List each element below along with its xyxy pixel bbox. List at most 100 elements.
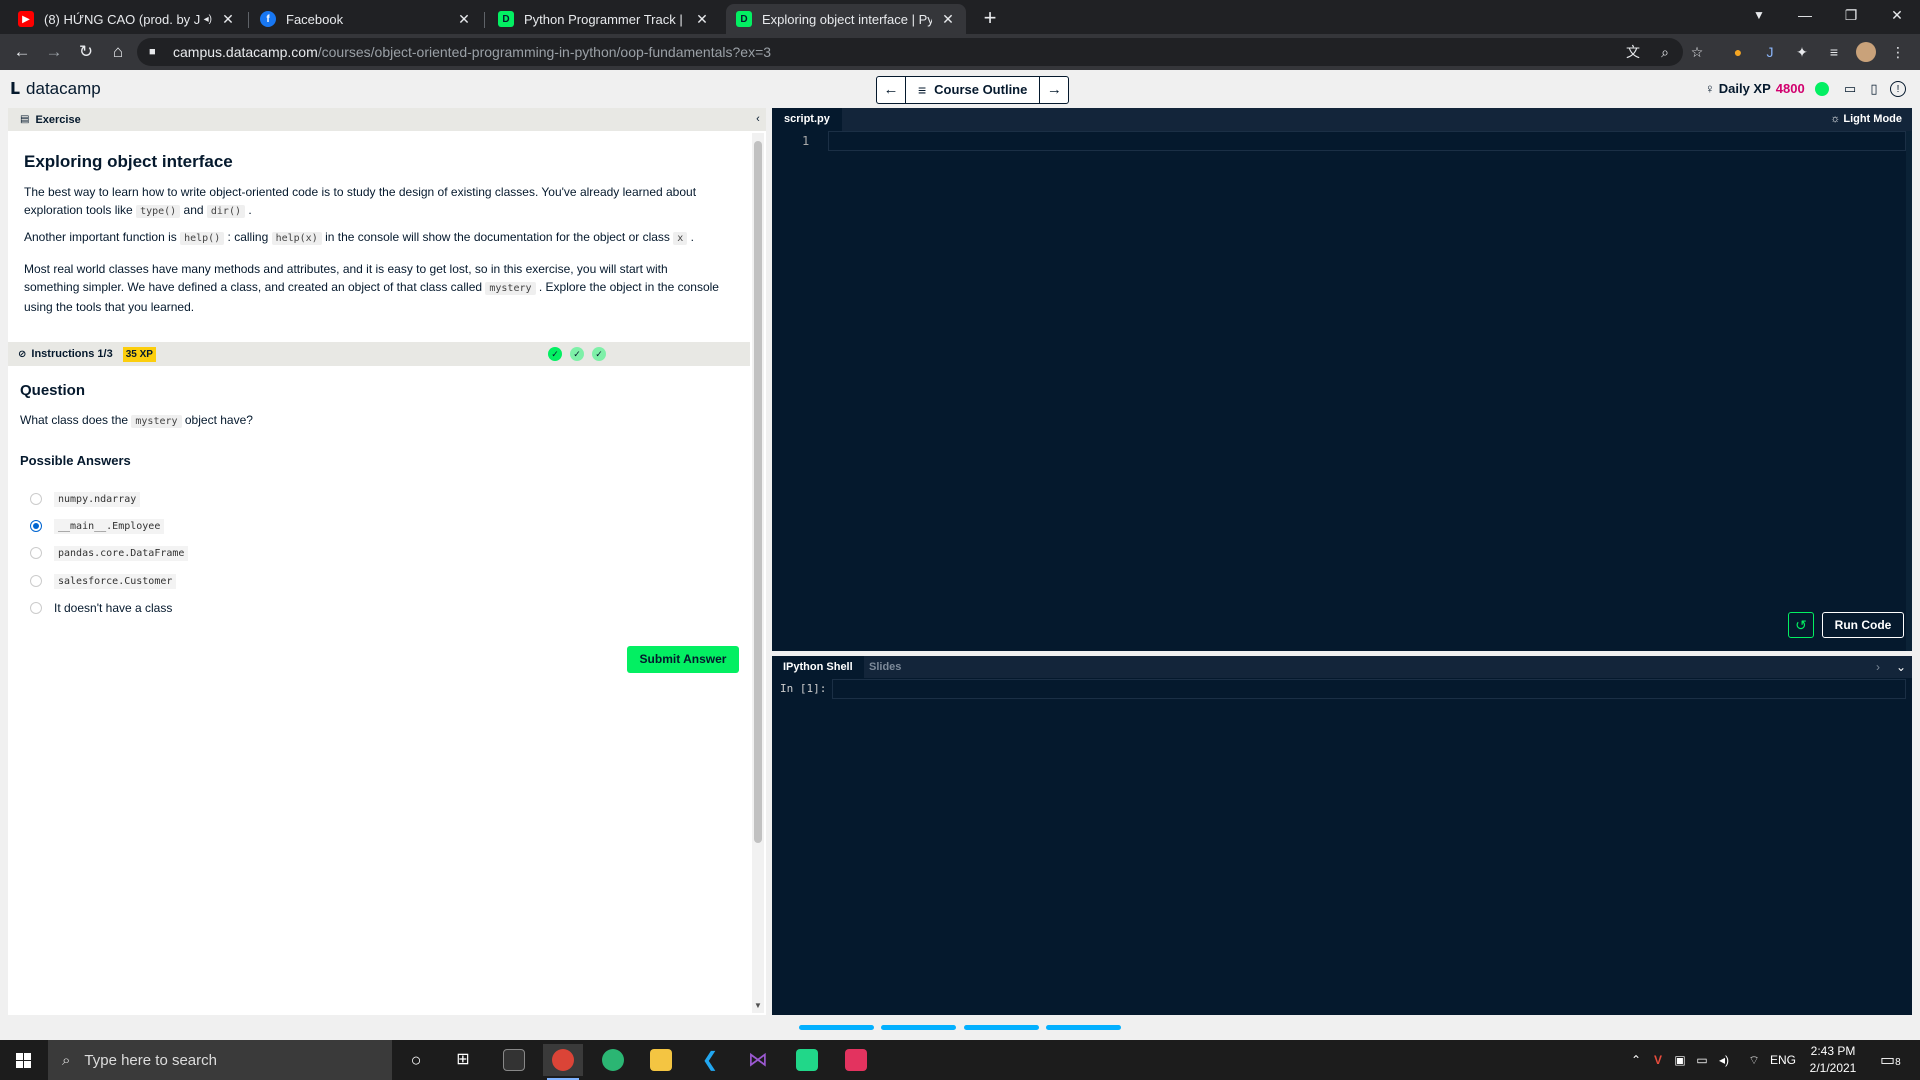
url-path: /courses/object-oriented-programming-in-… xyxy=(317,44,772,60)
battery-icon[interactable]: ▭ xyxy=(1692,1040,1712,1080)
tray-app-icon[interactable]: V xyxy=(1648,1040,1668,1080)
browser-tab-exploring[interactable]: D Exploring object interface | Pytho ✕ xyxy=(726,4,966,34)
video-icon[interactable]: ▭ xyxy=(1842,81,1858,97)
extensions-puzzle-icon[interactable]: ✦ xyxy=(1792,42,1812,62)
radio-button[interactable] xyxy=(30,575,42,587)
slide-progress-bar[interactable] xyxy=(799,1025,874,1030)
datacamp-logo[interactable]: ᒪ datacamp xyxy=(10,79,101,99)
profile-avatar[interactable] xyxy=(1856,42,1876,62)
answer-option[interactable]: It doesn't have a class xyxy=(30,599,172,617)
youtube-icon: ▶ xyxy=(18,11,34,27)
text: in the console will show the documentati… xyxy=(321,230,674,244)
radio-button[interactable] xyxy=(30,493,42,505)
zoom-icon[interactable]: ⌕ xyxy=(1655,42,1675,62)
scrollbar-thumb[interactable] xyxy=(754,141,762,843)
speaker-icon[interactable]: ◂) xyxy=(204,14,212,25)
slide-progress-bar[interactable] xyxy=(964,1025,1039,1030)
vscode-app-icon[interactable]: ❮ xyxy=(690,1044,730,1076)
hamburger-icon: ≡ xyxy=(918,82,927,98)
close-window-icon[interactable]: ✕ xyxy=(1874,0,1920,34)
back-icon[interactable]: ← xyxy=(8,38,36,66)
extension-j-icon[interactable]: J xyxy=(1760,42,1780,62)
visual-studio-app-icon[interactable]: ⋈ xyxy=(738,1044,778,1076)
media-control-icon[interactable]: ≡ xyxy=(1824,42,1844,62)
answer-option[interactable]: pandas.core.DataFrame xyxy=(30,544,189,562)
tab-ipython-shell[interactable]: IPython Shell xyxy=(772,656,864,678)
exercise-panel: ▤ Exercise ‹ Exploring object interface … xyxy=(8,108,766,1015)
scroll-down-arrow-icon[interactable]: ▼ xyxy=(752,1001,764,1013)
reset-code-icon[interactable]: ↺ xyxy=(1788,612,1814,638)
tab-title: Exploring object interface | Pytho xyxy=(762,11,932,27)
slides-document-icon[interactable]: ▯ xyxy=(1866,81,1882,97)
tab-slides[interactable]: Slides xyxy=(858,656,912,678)
course-outline-button[interactable]: ≡ Course Outline xyxy=(905,77,1041,103)
browser-tab-facebook[interactable]: f Facebook ✕ xyxy=(250,4,482,34)
taskbar-search[interactable]: ⌕ Type here to search xyxy=(48,1040,392,1080)
translate-icon[interactable]: 文 xyxy=(1623,42,1643,62)
panel-scrollbar[interactable]: ▼ xyxy=(752,133,764,1013)
extension-honey-icon[interactable]: ● xyxy=(1728,42,1748,62)
slide-progress-bar[interactable] xyxy=(881,1025,956,1030)
answer-option[interactable]: salesforce.Customer xyxy=(30,572,177,590)
collapse-panel-icon[interactable]: ‹ xyxy=(750,108,766,131)
minimize-icon[interactable]: — xyxy=(1782,0,1828,34)
taskbar-clock[interactable]: 2:43 PM 2/1/2021 xyxy=(1790,1043,1876,1077)
tray-app-icon[interactable]: ▣ xyxy=(1670,1040,1690,1080)
prev-exercise-arrow-icon[interactable]: ← xyxy=(877,77,905,103)
inline-code: mystery xyxy=(485,282,536,295)
instructions-header: ⊘ Instructions 1/3 35 XP ✓ ✓ ✓ xyxy=(8,342,750,366)
radio-button-selected[interactable] xyxy=(30,520,42,532)
radio-button[interactable] xyxy=(30,547,42,559)
code-input-line[interactable] xyxy=(828,131,1906,151)
browser-tab-youtube[interactable]: ▶ (8) HỨNG CAO (prod. by JAY ◂) ✕ xyxy=(8,4,246,34)
address-bar[interactable]: ■ campus.datacamp.com/courses/object-ori… xyxy=(137,38,1683,66)
answer-option[interactable]: __main__.Employee xyxy=(30,517,165,535)
info-icon[interactable]: ! xyxy=(1890,81,1906,97)
cortana-icon[interactable]: ○ xyxy=(396,1044,436,1076)
text: What class does the xyxy=(20,413,132,427)
light-mode-toggle[interactable]: ☼ Light Mode xyxy=(1830,108,1902,131)
jetbrains-app-icon[interactable] xyxy=(836,1044,876,1076)
profile-menu-icon[interactable]: ▼ xyxy=(1736,0,1782,34)
datacamp-icon: D xyxy=(498,11,514,27)
chrome-app-icon[interactable] xyxy=(543,1044,583,1080)
task-view-icon[interactable]: ⊞ xyxy=(443,1044,483,1076)
close-tab-icon[interactable]: ✕ xyxy=(220,11,236,28)
file-tab-script[interactable]: script.py xyxy=(772,108,842,131)
restore-icon[interactable]: ❐ xyxy=(1828,0,1874,34)
forward-icon[interactable]: → xyxy=(40,38,68,66)
next-exercise-arrow-icon[interactable]: → xyxy=(1040,77,1068,103)
notification-center-icon[interactable]: ▭8 xyxy=(1880,1050,1901,1070)
tray-expand-icon[interactable]: ⌃ xyxy=(1626,1040,1646,1080)
bookmark-star-icon[interactable]: ☆ xyxy=(1687,42,1707,62)
slide-progress-bar[interactable] xyxy=(1046,1025,1121,1030)
wifi-icon[interactable]: ⌔ xyxy=(1744,1040,1764,1080)
file-explorer-app-icon[interactable] xyxy=(641,1044,681,1076)
clion-app-icon[interactable] xyxy=(787,1044,827,1076)
radio-button[interactable] xyxy=(30,602,42,614)
volume-icon[interactable]: ◂) xyxy=(1714,1040,1734,1080)
text: object have? xyxy=(181,413,253,427)
close-tab-icon[interactable]: ✕ xyxy=(456,11,472,28)
run-code-button[interactable]: Run Code xyxy=(1822,612,1904,638)
answer-option[interactable]: numpy.ndarray xyxy=(30,490,141,508)
new-tab-button[interactable]: + xyxy=(976,5,1004,33)
submit-answer-button[interactable]: Submit Answer xyxy=(627,646,739,673)
start-button[interactable] xyxy=(0,1040,48,1080)
inline-code: help(x) xyxy=(271,232,322,245)
menu-kebab-icon[interactable]: ⋮ xyxy=(1888,42,1908,62)
home-icon[interactable]: ⌂ xyxy=(104,38,132,66)
reload-icon[interactable]: ↻ xyxy=(72,38,100,66)
edge-dev-app-icon[interactable] xyxy=(593,1044,633,1076)
instructions-label: Instructions 1/3 xyxy=(31,348,113,360)
browser-tab-python-track[interactable]: D Python Programmer Track | Data ✕ xyxy=(488,4,720,34)
search-icon: ⌕ xyxy=(62,1051,71,1069)
chevron-down-icon[interactable]: ⌄ xyxy=(1896,656,1906,678)
chevron-right-icon[interactable]: › xyxy=(1876,656,1880,678)
close-tab-icon[interactable]: ✕ xyxy=(940,11,956,28)
terminal-app-icon[interactable] xyxy=(494,1044,534,1076)
daily-xp[interactable]: ♀ Daily XP 4800 xyxy=(1705,81,1829,96)
editor-scrollbar[interactable] xyxy=(1906,131,1912,651)
close-tab-icon[interactable]: ✕ xyxy=(694,11,710,28)
console-input[interactable] xyxy=(832,679,1906,699)
